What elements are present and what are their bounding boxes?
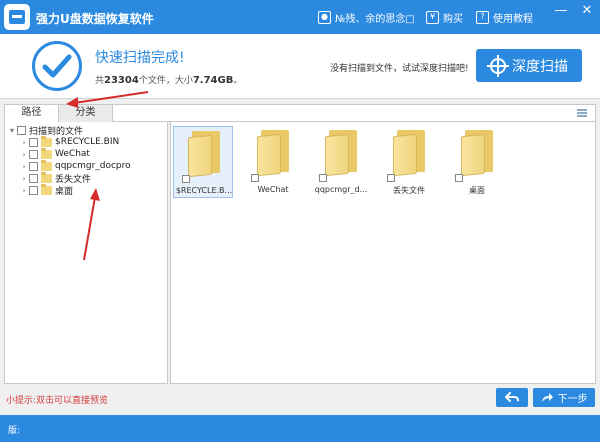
minimize-button[interactable]: — — [548, 0, 574, 24]
tutorial-label: 使用教程 — [493, 13, 533, 25]
expand-icon[interactable]: › — [19, 174, 29, 183]
collapse-icon[interactable]: ▾ — [7, 126, 17, 135]
folder-icon — [188, 131, 221, 178]
file-name: $RECYCLE.B... — [175, 186, 233, 195]
file-item[interactable]: $RECYCLE.B... — [173, 126, 233, 198]
next-step-button[interactable]: 下一步 — [533, 388, 595, 407]
file-checkbox[interactable] — [182, 175, 190, 183]
file-name: 桌面 — [469, 186, 485, 195]
deep-scan-hint: 没有扫描到文件，试试深度扫描吧! — [330, 64, 469, 74]
total-size: 7.74GB — [192, 75, 234, 86]
tree-item-label: 桌面 — [55, 186, 74, 197]
folder-icon — [257, 130, 290, 177]
tutorial-link[interactable]: ? 使用教程 — [476, 9, 533, 25]
tree-root-label: 扫描到的文件 — [29, 126, 84, 137]
deep-scan-label: 深度扫描 — [512, 58, 568, 75]
title-bar: 强力U盘数据恢复软件 ● №残、余的思念□ ¥ 购买 ? 使用教程 — ✕ — [0, 0, 600, 34]
folder-tree: ▾ 扫描到的文件 › $RECYCLE.BIN › WeChat › qqpcm… — [4, 122, 168, 384]
tree-item-checkbox[interactable] — [29, 161, 38, 171]
file-checkbox[interactable] — [387, 174, 395, 182]
file-name: 丢失文件 — [393, 186, 425, 195]
list-view-icon[interactable] — [577, 109, 587, 117]
file-name: qqpcmgr_d... — [314, 185, 368, 194]
usb-drive-icon — [4, 4, 30, 30]
tree-item-label: $RECYCLE.BIN — [55, 137, 120, 147]
version-label: 版: — [8, 426, 21, 436]
expand-icon[interactable]: › — [19, 186, 29, 195]
folder-icon — [393, 130, 426, 177]
tree-item-checkbox[interactable] — [29, 137, 38, 147]
folder-icon — [41, 171, 52, 183]
tree-item[interactable]: › 桌面 — [19, 183, 74, 197]
tree-item-checkbox[interactable] — [29, 173, 38, 183]
user-icon: ● — [318, 10, 331, 24]
folder-icon — [41, 135, 52, 147]
file-checkbox[interactable] — [455, 174, 463, 182]
file-item[interactable]: qqpcmgr_d... — [311, 126, 371, 198]
tree-item[interactable]: › qqpcmgr_docpro — [19, 159, 131, 172]
tree-item[interactable]: › 丢失文件 — [19, 171, 91, 185]
file-count: 23304 — [104, 75, 139, 86]
scan-summary: 共23304个文件，大小7.74GB。 — [95, 75, 243, 86]
folder-icon — [41, 147, 52, 159]
file-item[interactable]: 丢失文件 — [379, 126, 439, 198]
expand-icon[interactable]: › — [19, 162, 29, 171]
tree-item-checkbox[interactable] — [29, 149, 38, 159]
back-button[interactable] — [496, 388, 528, 407]
folder-icon — [325, 130, 358, 177]
next-step-label: 下一步 — [557, 394, 588, 405]
tree-root-checkbox[interactable] — [17, 125, 26, 135]
scan-result-header: 快速扫描完成! 共23304个文件，大小7.74GB。 没有扫描到文件，试试深度… — [0, 34, 600, 99]
preview-tip: 小提示:双击可以直接预览 — [6, 396, 109, 406]
folder-icon — [41, 183, 52, 195]
book-icon: ? — [476, 10, 489, 24]
user-name: №残、余的思念□ — [335, 13, 415, 25]
tree-item-label: WeChat — [55, 149, 90, 159]
status-bar: 版: — [0, 415, 600, 442]
file-name: WeChat — [257, 185, 289, 194]
close-button[interactable]: ✕ — [574, 0, 600, 24]
yen-icon: ¥ — [426, 10, 439, 24]
file-grid: $RECYCLE.B... WeChat qqpcmgr_d... 丢失文件 桌… — [170, 122, 596, 384]
crosshair-icon — [487, 54, 509, 77]
deep-scan-button[interactable]: 深度扫描 — [476, 49, 582, 82]
app-title: 强力U盘数据恢复软件 — [36, 12, 154, 26]
expand-icon[interactable]: › — [19, 150, 29, 159]
file-checkbox[interactable] — [319, 174, 327, 182]
folder-icon — [41, 159, 52, 171]
file-checkbox[interactable] — [251, 174, 259, 182]
undo-arrow-icon — [505, 392, 519, 402]
buy-link[interactable]: ¥ 购买 — [426, 9, 463, 25]
user-account-link[interactable]: ● №残、余的思念□ — [318, 9, 415, 25]
folder-icon — [461, 130, 494, 177]
file-item[interactable]: 桌面 — [447, 126, 507, 198]
tree-item-label: qqpcmgr_docpro — [55, 161, 131, 171]
tree-item[interactable]: › $RECYCLE.BIN — [19, 135, 120, 148]
file-item[interactable]: WeChat — [243, 126, 303, 198]
scan-status-title: 快速扫描完成! — [95, 50, 185, 66]
checkmark-icon — [32, 41, 82, 91]
forward-arrow-icon — [541, 393, 553, 402]
tree-item-checkbox[interactable] — [29, 185, 38, 195]
tab-category[interactable]: 分类 — [59, 105, 113, 122]
view-tabs: 路径 分类 — [4, 104, 596, 122]
tab-path[interactable]: 路径 — [5, 105, 59, 122]
buy-label: 购买 — [443, 13, 463, 25]
expand-icon[interactable]: › — [19, 138, 29, 147]
tree-item[interactable]: › WeChat — [19, 147, 90, 160]
tree-root[interactable]: ▾ 扫描到的文件 — [7, 124, 84, 137]
